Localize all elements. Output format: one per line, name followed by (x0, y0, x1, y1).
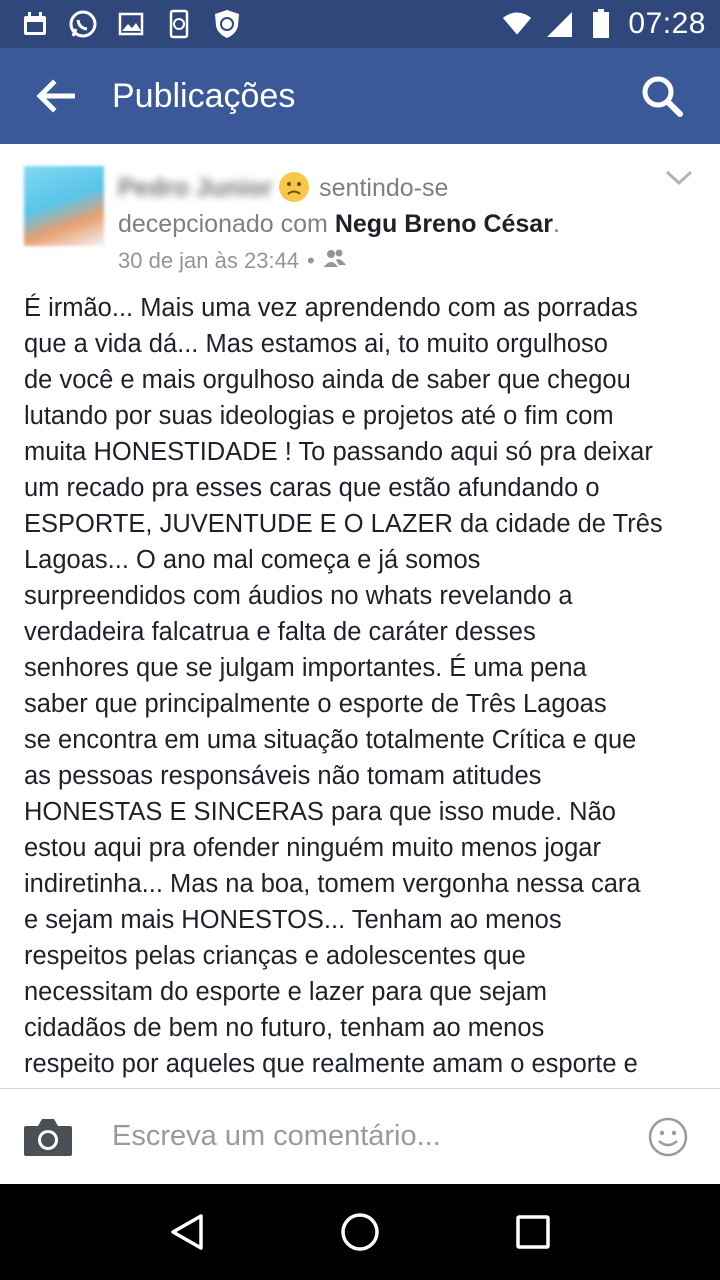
feeling-prefix: sentindo-se (319, 174, 449, 202)
camera-icon (24, 1118, 72, 1156)
signal-icon (544, 9, 574, 39)
post-timestamp[interactable]: 30 de jan às 23:44 (118, 248, 299, 274)
nav-home-button[interactable] (312, 1184, 408, 1280)
author-name[interactable]: Pedro Junior (118, 170, 272, 206)
smiley-icon (648, 1117, 688, 1156)
shield-icon (212, 9, 242, 39)
post: Pedro Junior sentindo-se decepcionado co… (0, 144, 720, 1088)
comment-input[interactable] (96, 1106, 620, 1167)
comment-bar (0, 1088, 720, 1184)
page-title: Publicações (112, 76, 296, 115)
app-bar: Publicações (0, 48, 720, 144)
nav-recents-button[interactable] (485, 1184, 581, 1280)
tagged-suffix: . (552, 210, 560, 239)
back-arrow-icon (36, 79, 75, 113)
whatsapp-icon (68, 9, 98, 39)
nav-back-button[interactable] (139, 1184, 235, 1280)
emoji-button[interactable] (620, 1089, 716, 1185)
camera-button[interactable] (0, 1089, 96, 1185)
home-circle-icon (341, 1213, 379, 1251)
post-text: É irmão... Mais uma vez aprendendo com a… (24, 294, 663, 1078)
phone-sync-icon (164, 9, 194, 39)
tagged-person[interactable]: Negu Breno César (335, 210, 553, 238)
calendar-icon (20, 9, 50, 39)
status-bar: 07:28 (0, 0, 720, 48)
meta-separator: • (307, 248, 315, 273)
avatar[interactable] (24, 166, 104, 246)
wifi-icon (502, 9, 532, 39)
system-nav-bar (0, 1184, 720, 1280)
clock: 07:28 (628, 7, 706, 40)
battery-icon (586, 9, 616, 39)
post-header: Pedro Junior sentindo-se decepcionado co… (0, 144, 720, 294)
post-author-line: Pedro Junior sentindo-se decepcionado co… (118, 170, 678, 242)
notification-icons (20, 9, 242, 39)
disappointed-emoji-icon (279, 172, 310, 203)
gallery-icon (116, 9, 146, 39)
search-icon (642, 76, 683, 117)
recents-square-icon (516, 1215, 551, 1249)
post-options-button[interactable] (664, 168, 694, 192)
back-button[interactable] (10, 48, 100, 144)
back-triangle-icon (170, 1214, 203, 1250)
feeling-text: decepcionado com (118, 210, 328, 239)
friends-icon[interactable] (323, 248, 347, 274)
chevron-down-icon (665, 170, 693, 186)
system-status: 07:28 (502, 7, 706, 41)
search-button[interactable] (614, 48, 710, 144)
post-meta: 30 de jan às 23:44 • (118, 248, 347, 274)
